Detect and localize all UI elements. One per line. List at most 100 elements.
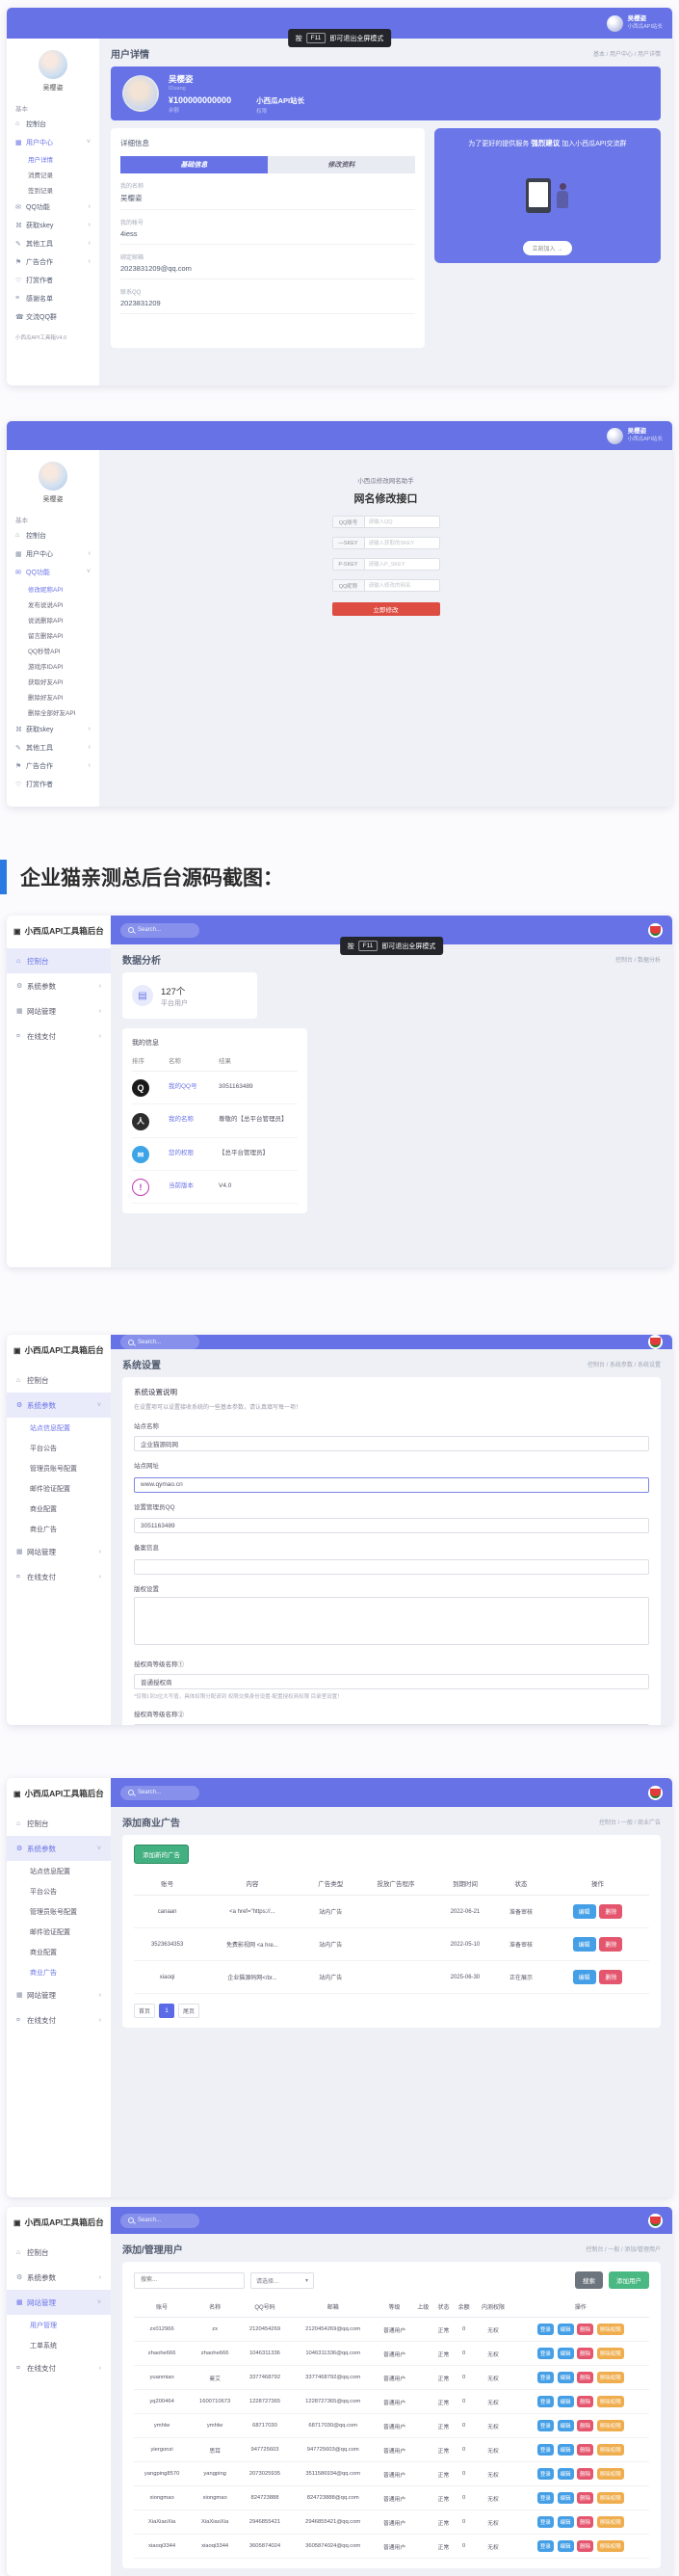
tab[interactable]: 基础信息 <box>120 156 268 173</box>
search-input[interactable]: Search... <box>120 1335 199 1349</box>
sidebar-item[interactable]: ✉ QQ功能 ˅ <box>7 563 99 581</box>
sidebar-item[interactable]: ≡ 感谢名单 <box>7 289 99 307</box>
add-ad-button[interactable]: 添加新的广告 <box>134 1845 189 1864</box>
delete-button[interactable]: 删除 <box>577 2396 593 2407</box>
login-button[interactable]: 登录 <box>537 2372 554 2383</box>
revoke-perm-button[interactable]: 移除权限 <box>597 2540 624 2552</box>
sidebar-item[interactable]: 基本 <box>7 100 99 115</box>
edit-button[interactable]: 编辑 <box>573 1937 596 1952</box>
sidebar-item[interactable]: 商业广告 <box>7 1519 111 1539</box>
revoke-perm-button[interactable]: 移除权限 <box>597 2396 624 2407</box>
app-logo[interactable]: 小西瓜API工具箱后台 <box>7 1335 111 1368</box>
revoke-perm-button[interactable]: 移除权限 <box>597 2516 624 2528</box>
sidebar-item[interactable]: ⌂ 控制台 <box>7 1368 111 1393</box>
sidebar-item[interactable]: ☎ 交流QQ群 <box>7 307 99 326</box>
sidebar-item[interactable]: 管理员账号配置 <box>7 1901 111 1922</box>
revoke-perm-button[interactable]: 移除权限 <box>597 2468 624 2480</box>
edit-button[interactable]: 编辑 <box>558 2468 574 2480</box>
filter-select[interactable]: 请选择... <box>250 2272 314 2289</box>
header-avatar[interactable] <box>648 923 663 938</box>
sidebar-item[interactable]: 邮件验证配置 <box>7 1478 111 1499</box>
delete-button[interactable]: 删除 <box>577 2372 593 2383</box>
sidebar-item[interactable]: 商业配置 <box>7 1942 111 1962</box>
submit-button[interactable]: 立即修改 <box>332 602 440 616</box>
sidebar-item[interactable]: 商业配置 <box>7 1499 111 1519</box>
copyright-textarea[interactable] <box>134 1597 649 1645</box>
join-group-button[interactable]: 立刻加入 → <box>523 241 573 255</box>
sidebar-item[interactable]: ▦ 用户中心 ˅ <box>7 133 99 151</box>
login-button[interactable]: 登录 <box>537 2444 554 2456</box>
sidebar-item[interactable]: ⌂ 控制台 <box>7 1811 111 1836</box>
tab[interactable]: 修改资料 <box>268 156 415 173</box>
delete-button[interactable]: 删除 <box>577 2516 593 2528</box>
sidebar-item[interactable]: 站点信息配置 <box>7 1861 111 1881</box>
sidebar-item[interactable]: 说说删除API <box>7 612 99 627</box>
sidebar-item[interactable]: 管理员账号配置 <box>7 1458 111 1478</box>
header-avatar[interactable] <box>648 1786 663 1800</box>
sidebar-item[interactable]: ⌂ 控制台 <box>7 2240 111 2265</box>
revoke-perm-button[interactable]: 移除权限 <box>597 2324 624 2335</box>
login-button[interactable]: 登录 <box>537 2348 554 2359</box>
sidebar-item[interactable]: 删除好友API <box>7 689 99 704</box>
revoke-perm-button[interactable]: 移除权限 <box>597 2372 624 2383</box>
site-url-input[interactable] <box>134 1477 649 1493</box>
info-row-label[interactable]: 当前版本 <box>169 1182 219 1191</box>
sidebar-item[interactable]: ⚙ 系统参数 ˅ <box>7 1836 111 1861</box>
sidebar-item[interactable]: 工单系统 <box>7 2335 111 2355</box>
delete-button[interactable]: 删除 <box>577 2444 593 2456</box>
edit-button[interactable]: 编辑 <box>573 1970 596 1984</box>
info-row-label[interactable]: 我的QQ号 <box>169 1083 219 1092</box>
login-button[interactable]: 登录 <box>537 2468 554 2480</box>
revoke-perm-button[interactable]: 移除权限 <box>597 2492 624 2504</box>
revoke-perm-button[interactable]: 移除权限 <box>597 2348 624 2359</box>
icp-input[interactable] <box>134 1559 649 1575</box>
admin-qq-input[interactable] <box>134 1518 649 1533</box>
sidebar-item[interactable]: ✉ QQ功能 › <box>7 198 99 216</box>
level1-input[interactable] <box>134 1674 649 1689</box>
sidebar-item[interactable]: ▦ 网站管理 › <box>7 998 111 1023</box>
app-logo[interactable]: 小西瓜API工具箱后台 <box>7 916 111 948</box>
sidebar-item[interactable]: ¤ 在线支付 › <box>7 1023 111 1049</box>
header-avatar[interactable] <box>648 2214 663 2228</box>
sidebar-item[interactable]: 发布说说API <box>7 597 99 612</box>
header-user-chip[interactable]: 吴樱姿 小西瓜API站长 <box>607 428 663 444</box>
delete-button[interactable]: 删除 <box>577 2540 593 2552</box>
search-input[interactable]: Search... <box>120 923 199 938</box>
delete-button[interactable]: 删除 <box>577 2492 593 2504</box>
sidebar-item[interactable]: ✎ 其他工具 › <box>7 234 99 252</box>
sidebar-item[interactable]: ⚑ 广告合作 › <box>7 252 99 271</box>
sidebar-item[interactable]: 平台公告 <box>7 1438 111 1458</box>
sidebar-item[interactable]: 商业广告 <box>7 1962 111 1982</box>
login-button[interactable]: 登录 <box>537 2396 554 2407</box>
delete-button[interactable]: 删除 <box>599 1970 622 1984</box>
sidebar-item[interactable]: ⚙ 系统参数 › <box>7 2265 111 2290</box>
delete-button[interactable]: 删除 <box>577 2324 593 2335</box>
delete-button[interactable]: 删除 <box>599 1904 622 1919</box>
sidebar-item[interactable]: ⌂ 控制台 <box>7 115 99 133</box>
app-logo[interactable]: 小西瓜API工具箱后台 <box>7 1778 111 1811</box>
sidebar-item[interactable]: 留言删除API <box>7 627 99 643</box>
delete-button[interactable]: 删除 <box>599 1937 622 1952</box>
level2-input[interactable] <box>134 1724 649 1726</box>
sidebar-item[interactable]: ¤ 在线支付 › <box>7 2355 111 2380</box>
site-name-input[interactable] <box>134 1436 649 1451</box>
sidebar-item[interactable]: ✎ 其他工具 › <box>7 738 99 757</box>
sidebar-item[interactable]: QQ秒赞API <box>7 643 99 658</box>
edit-button[interactable]: 编辑 <box>558 2396 574 2407</box>
sidebar-item[interactable]: ⌘ 获取skey › <box>7 216 99 234</box>
sidebar-item[interactable]: 用户详情 <box>7 151 99 167</box>
login-button[interactable]: 登录 <box>537 2540 554 2552</box>
delete-button[interactable]: 删除 <box>577 2468 593 2480</box>
sidebar-item[interactable]: ♡ 打赏作者 <box>7 271 99 289</box>
page-1-button[interactable]: 1 <box>159 2004 174 2018</box>
sidebar-item[interactable]: 用户管理 <box>7 2315 111 2335</box>
login-button[interactable]: 登录 <box>537 2492 554 2504</box>
sidebar-item[interactable]: ♡ 打赏作者 <box>7 775 99 793</box>
first-page-button[interactable]: 首页 <box>134 2004 155 2018</box>
edit-button[interactable]: 编辑 <box>558 2324 574 2335</box>
sidebar-item[interactable]: 邮件验证配置 <box>7 1922 111 1942</box>
edit-button[interactable]: 编辑 <box>558 2372 574 2383</box>
edit-button[interactable]: 编辑 <box>558 2420 574 2431</box>
sidebar-item[interactable]: ¤ 在线支付 › <box>7 2007 111 2032</box>
sidebar-item[interactable]: ⌂ 控制台 <box>7 526 99 544</box>
